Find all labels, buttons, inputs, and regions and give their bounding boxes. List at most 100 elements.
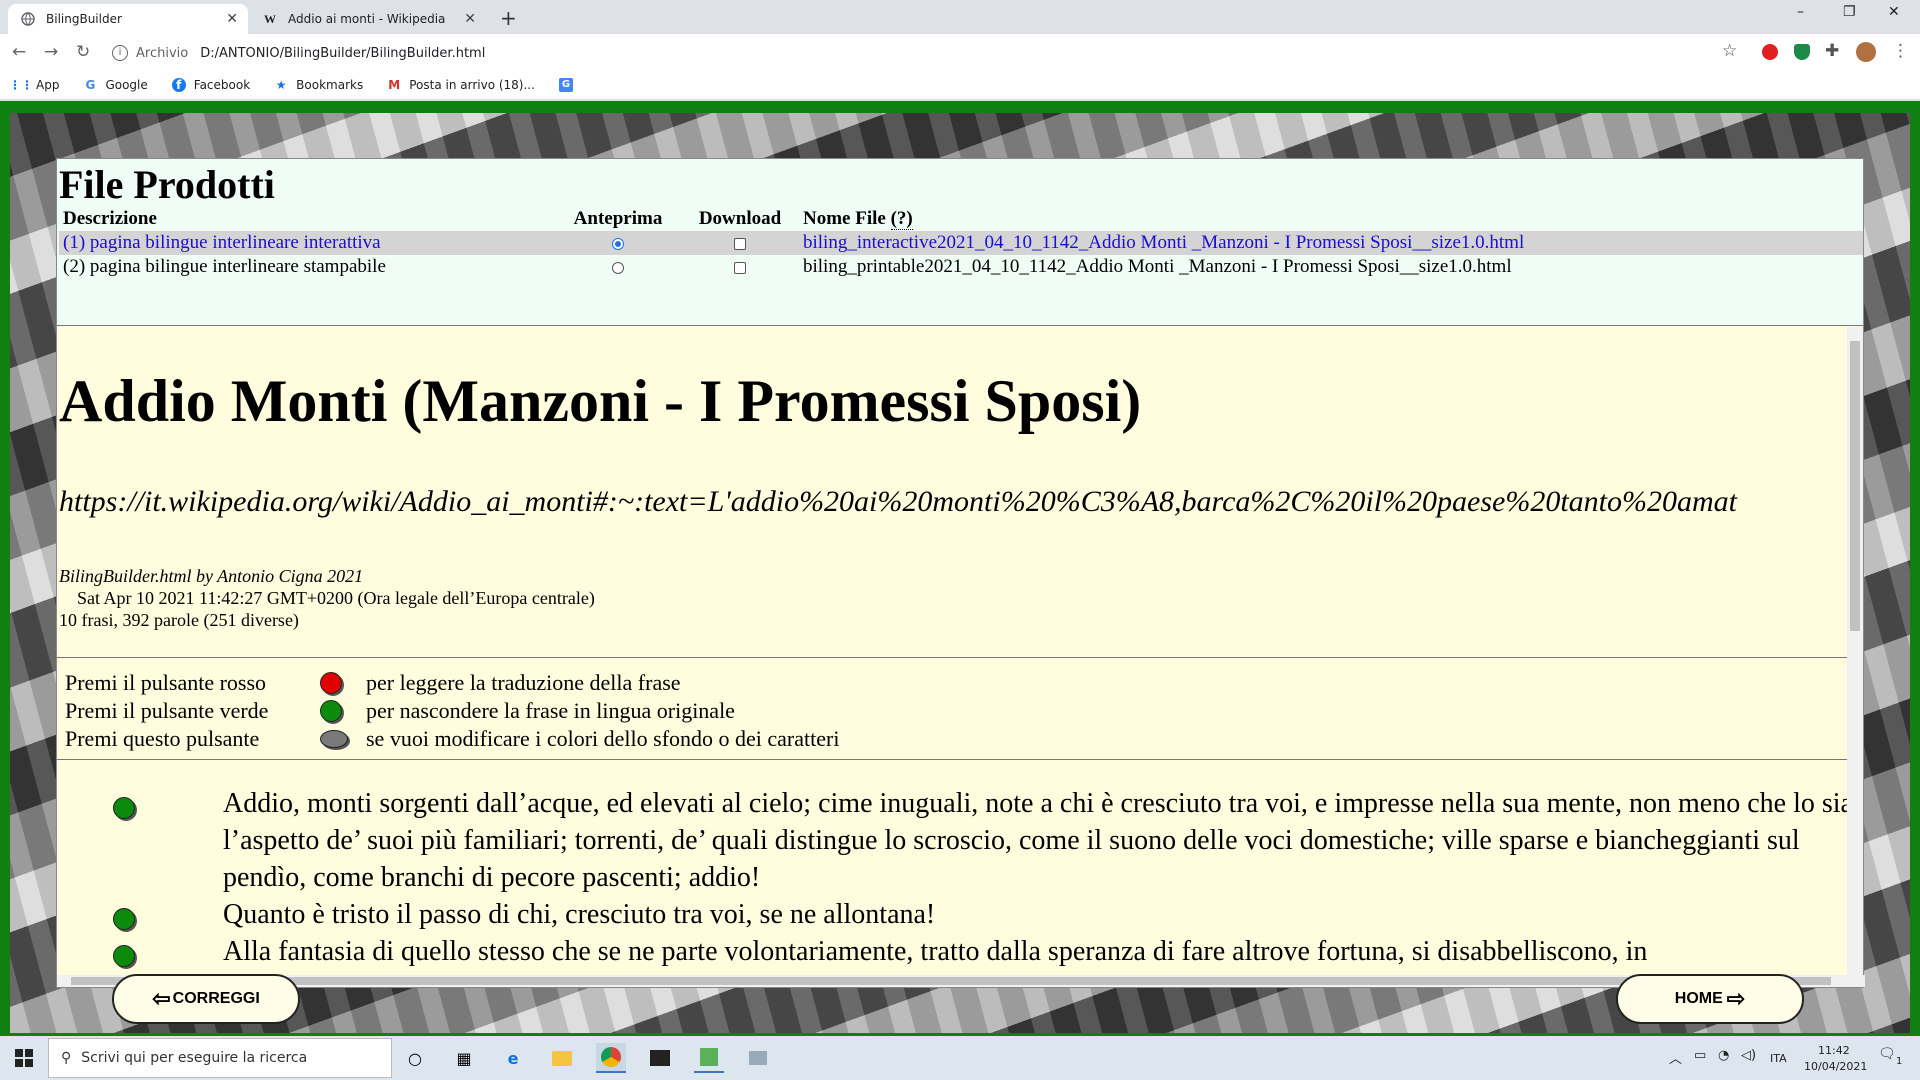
- red-button-icon[interactable]: [320, 672, 342, 694]
- files-table-header: Descrizione Anteprima Download Nome File…: [59, 207, 1863, 231]
- legend-row: Premi il pulsante verde per nascondere l…: [65, 697, 839, 725]
- close-window-icon[interactable]: ✕: [1888, 4, 1900, 20]
- close-tab-icon[interactable]: ✕: [464, 11, 476, 27]
- volume-icon[interactable]: ◁): [1741, 1048, 1756, 1063]
- home-button[interactable]: HOME ⇨: [1616, 974, 1804, 1024]
- files-produced-section: File Prodotti Descrizione Anteprima Down…: [57, 159, 1863, 326]
- bookmark-google[interactable]: G Google: [83, 77, 148, 92]
- avatar[interactable]: [1856, 42, 1876, 62]
- terminal-icon[interactable]: [645, 1043, 675, 1073]
- language-indicator[interactable]: ITA: [1770, 1052, 1787, 1065]
- google-icon: G: [85, 77, 96, 92]
- row-filename[interactable]: biling_interactive2021_04_10_1142_Addio …: [799, 231, 1863, 255]
- forward-icon[interactable]: →: [44, 42, 58, 62]
- opera-icon[interactable]: [1762, 44, 1778, 60]
- notepad-icon[interactable]: [694, 1043, 724, 1073]
- menu-icon[interactable]: ⋮: [1892, 41, 1909, 61]
- extensions-icon[interactable]: ✚: [1825, 41, 1839, 61]
- tab-label: Addio ai monti - Wikipedia: [288, 12, 446, 26]
- apps-grid-icon: ⋮⋮: [9, 77, 33, 92]
- files-table: Descrizione Anteprima Download Nome File…: [59, 207, 1863, 279]
- document-meta: BilingBuilder.html by Antonio Cigna 2021…: [59, 565, 595, 631]
- paint-icon[interactable]: [743, 1043, 773, 1073]
- document-preview: Addio Monti (Manzoni - I Promessi Sposi)…: [57, 327, 1847, 977]
- edge-icon[interactable]: e: [498, 1043, 528, 1073]
- row-description: (2) pagina bilingue interlineare stampab…: [63, 256, 386, 277]
- table-row[interactable]: (2) pagina bilingue interlineare stampab…: [59, 255, 1863, 279]
- tab-wikipedia[interactable]: W Addio ai monti - Wikipedia ✕: [250, 4, 486, 34]
- address-text: D:/ANTONIO/BilingBuilder/BilingBuilder.h…: [200, 45, 486, 61]
- row-description: (1) pagina bilingue interlineare interat…: [59, 231, 555, 255]
- sentence-list: Addio, monti sorgenti dall’acque, ed ele…: [113, 785, 1847, 970]
- header-preview: Anteprima: [573, 208, 663, 229]
- bookmark-facebook[interactable]: f Facebook: [171, 77, 250, 92]
- sentence-item: Quanto è tristo il passo di chi, cresciu…: [113, 896, 1847, 933]
- minimize-icon[interactable]: –: [1797, 4, 1804, 20]
- new-tab-button[interactable]: +: [500, 6, 517, 30]
- main-panel: File Prodotti Descrizione Anteprima Down…: [56, 158, 1865, 988]
- reload-icon[interactable]: ↻: [76, 42, 90, 62]
- notification-icon[interactable]: 🗨: [1878, 1046, 1896, 1062]
- green-button-icon[interactable]: [113, 908, 135, 930]
- bookmark-translate[interactable]: G: [558, 77, 581, 92]
- legend-text: per nascondere la frase in lingua origin…: [366, 698, 735, 723]
- globe-icon: [20, 11, 36, 27]
- green-button-icon[interactable]: [113, 945, 135, 967]
- taskbar-search-input[interactable]: ⚲ Scrivi qui per eseguire la ricerca: [48, 1038, 392, 1078]
- preview-radio[interactable]: [555, 255, 681, 279]
- date-line: Sat Apr 10 2021 11:42:27 GMT+0200 (Ora l…: [77, 588, 595, 608]
- legend-text: se vuoi modificare i colori dello sfondo…: [366, 726, 840, 751]
- windows-start-icon[interactable]: [9, 1043, 39, 1073]
- tray-chevron-icon[interactable]: ︿: [1669, 1048, 1682, 1067]
- table-row[interactable]: (1) pagina bilingue interlineare interat…: [59, 231, 1863, 255]
- device-icon[interactable]: ▭: [1694, 1048, 1706, 1063]
- preview-radio[interactable]: [555, 231, 681, 255]
- star-icon: ★: [275, 77, 287, 92]
- gray-button-icon[interactable]: [320, 730, 348, 748]
- back-icon[interactable]: ←: [12, 42, 26, 62]
- restore-icon[interactable]: ❐: [1843, 4, 1856, 20]
- file-explorer-icon[interactable]: [547, 1043, 577, 1073]
- row-filename[interactable]: biling_printable2021_04_10_1142_Addio Mo…: [799, 255, 1863, 279]
- clock-time[interactable]: 11:42: [1818, 1044, 1850, 1057]
- header-description: Descrizione: [63, 208, 157, 229]
- shield-icon[interactable]: [1794, 44, 1810, 60]
- info-icon[interactable]: i: [112, 45, 128, 61]
- header-filename-label: Nome File: [803, 208, 886, 229]
- search-icon: ⚲: [61, 1050, 72, 1066]
- chrome-icon[interactable]: [596, 1043, 626, 1073]
- tab-bilingbuilder[interactable]: BilingBuilder ✕: [8, 4, 248, 34]
- green-button-icon[interactable]: [113, 797, 135, 819]
- address-bar[interactable]: i Archivio D:/ANTONIO/BilingBuilder/Bili…: [112, 39, 1722, 67]
- task-view-icon[interactable]: ▦: [449, 1043, 479, 1073]
- correggi-button[interactable]: ⇦ CORREGGI: [112, 974, 300, 1024]
- header-filename: Nome File (?): [799, 207, 1863, 231]
- help-link[interactable]: (?): [890, 208, 913, 230]
- credit-line: BilingBuilder.html by Antonio Cigna 2021: [59, 566, 364, 586]
- close-tab-icon[interactable]: ✕: [226, 11, 238, 27]
- wifi-icon[interactable]: ◔: [1718, 1048, 1729, 1063]
- correggi-label: CORREGGI: [172, 990, 260, 1007]
- green-button-icon[interactable]: [320, 700, 342, 722]
- bookmark-gmail[interactable]: M Posta in arrivo (18)...: [387, 78, 535, 92]
- home-label: HOME: [1674, 990, 1723, 1007]
- sentence-text: Quanto è tristo il passo di chi, cresciu…: [223, 899, 936, 930]
- bookmark-bookmarks[interactable]: ★ Bookmarks: [274, 78, 363, 92]
- forward-arrow-icon: ⇨: [1726, 986, 1746, 1011]
- cortana-icon[interactable]: ○: [400, 1043, 430, 1073]
- sentence-item: Alla fantasia di quello stesso che se ne…: [113, 933, 1847, 970]
- star-icon[interactable]: ☆: [1722, 41, 1737, 61]
- bookmark-apps[interactable]: ⋮⋮ App: [9, 77, 59, 92]
- translate-icon: G: [558, 77, 573, 92]
- tab-strip: BilingBuilder ✕ W Addio ai monti - Wikip…: [0, 0, 1920, 34]
- legend-row: Premi questo pulsante se vuoi modificare…: [65, 725, 839, 753]
- back-arrow-icon: ⇦: [152, 986, 171, 1011]
- download-checkbox[interactable]: [681, 255, 799, 279]
- windows-taskbar: ⚲ Scrivi qui per eseguire la ricerca ○ ▦…: [0, 1036, 1920, 1080]
- download-checkbox[interactable]: [681, 231, 799, 255]
- legend-label: Premi il pulsante verde: [65, 698, 269, 723]
- notification-count: 1: [1896, 1056, 1903, 1067]
- vertical-scrollbar[interactable]: [1847, 327, 1863, 977]
- horizontal-scrollbar[interactable]: [57, 975, 1865, 987]
- clock-date[interactable]: 10/04/2021: [1804, 1060, 1867, 1073]
